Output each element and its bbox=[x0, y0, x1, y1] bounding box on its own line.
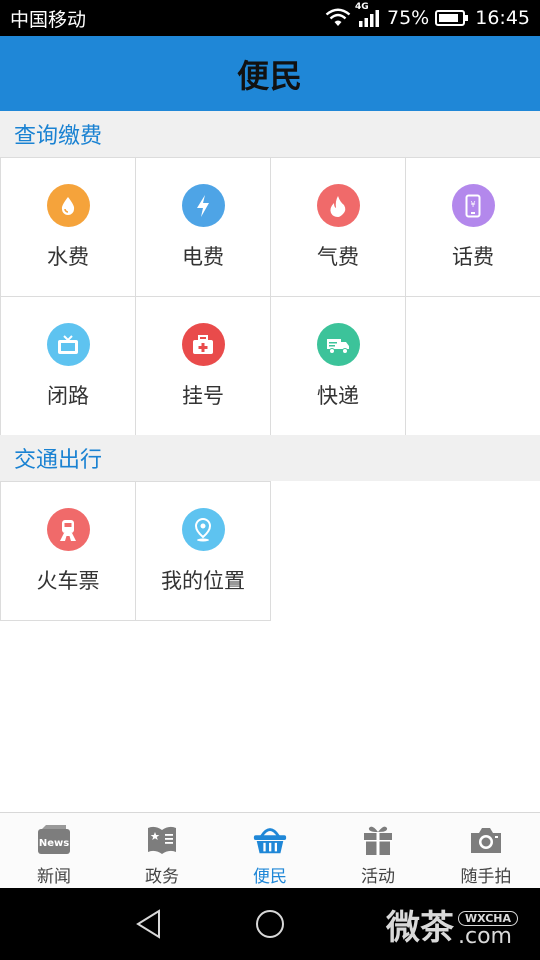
medical-kit-icon bbox=[181, 323, 225, 366]
service-label: 电费 bbox=[182, 245, 224, 269]
train-icon bbox=[46, 508, 90, 551]
bottom-tab-bar: News 新闻 政务 便民 活动 随手拍 bbox=[0, 812, 540, 888]
watermark-domain: .com bbox=[457, 924, 512, 949]
battery-percent: 75% bbox=[387, 7, 430, 29]
news-icon-text: News bbox=[39, 838, 69, 849]
tab-label: 活动 bbox=[361, 867, 395, 887]
service-tile-gas[interactable]: 气费 bbox=[270, 157, 406, 297]
service-label: 火车票 bbox=[36, 569, 100, 593]
carrier-name: 中国移动 bbox=[10, 8, 87, 31]
location-pin-icon bbox=[181, 508, 225, 551]
service-tile-water[interactable]: 水费 bbox=[0, 157, 136, 297]
basket-icon bbox=[252, 823, 288, 857]
service-label: 闭路 bbox=[47, 384, 89, 408]
tab-label: 随手拍 bbox=[460, 867, 512, 887]
service-tile-electricity[interactable]: 电费 bbox=[135, 157, 271, 297]
tab-label: 政务 bbox=[145, 867, 179, 887]
tv-icon bbox=[46, 323, 90, 366]
service-tile-my-location[interactable]: 我的位置 bbox=[135, 481, 271, 621]
delivery-truck-icon bbox=[316, 323, 360, 366]
tab-news[interactable]: News 新闻 bbox=[0, 813, 108, 888]
cellular-signal-icon: 4G bbox=[355, 2, 381, 28]
back-button[interactable] bbox=[134, 908, 164, 944]
service-label: 水费 bbox=[47, 245, 89, 269]
watermark: 微茶 WXCHA .com bbox=[386, 900, 518, 949]
government-icon bbox=[144, 823, 180, 857]
tab-government[interactable]: 政务 bbox=[108, 813, 216, 888]
phone-icon: ¥ bbox=[451, 184, 495, 227]
tab-convenience[interactable]: 便民 bbox=[216, 813, 324, 888]
service-tile-phone-bill[interactable]: ¥ 话费 bbox=[405, 157, 540, 297]
tab-label: 新闻 bbox=[37, 867, 71, 887]
home-button[interactable] bbox=[254, 908, 286, 944]
wifi-icon bbox=[325, 8, 351, 28]
service-label: 话费 bbox=[452, 245, 494, 269]
camera-icon bbox=[468, 823, 504, 857]
service-tile-express[interactable]: 快递 bbox=[270, 296, 406, 436]
system-nav-bar: 微茶 WXCHA .com bbox=[0, 888, 540, 960]
section-title-query-payment: 查询缴费 bbox=[0, 111, 540, 157]
section-title-transport: 交通出行 bbox=[0, 435, 540, 481]
service-label: 挂号 bbox=[182, 384, 224, 408]
tab-label: 便民 bbox=[253, 867, 287, 887]
service-tile-train-ticket[interactable]: 火车票 bbox=[0, 481, 136, 621]
news-icon: News bbox=[36, 823, 72, 857]
lightning-icon bbox=[181, 184, 225, 227]
service-label: 我的位置 bbox=[161, 569, 245, 593]
tab-activities[interactable]: 活动 bbox=[324, 813, 432, 888]
watermark-main: 微茶 bbox=[385, 908, 454, 948]
tab-snapshot[interactable]: 随手拍 bbox=[432, 813, 540, 888]
clock-time: 16:45 bbox=[475, 7, 530, 29]
battery-icon bbox=[435, 9, 469, 27]
service-tile-registration[interactable]: 挂号 bbox=[135, 296, 271, 436]
service-tile-cable-tv[interactable]: 闭路 bbox=[0, 296, 136, 436]
svg-text:¥: ¥ bbox=[470, 200, 475, 209]
gift-icon bbox=[360, 823, 396, 857]
page-title: 便民 bbox=[236, 56, 303, 95]
service-label: 快递 bbox=[317, 384, 359, 408]
flame-icon bbox=[316, 184, 360, 227]
status-bar: 中国移动 4G 75% 16:45 bbox=[0, 0, 540, 36]
service-label: 气费 bbox=[317, 245, 359, 269]
network-type-label: 4G bbox=[355, 2, 369, 12]
app-header: 便民 bbox=[0, 36, 540, 111]
water-drop-icon bbox=[46, 184, 90, 227]
